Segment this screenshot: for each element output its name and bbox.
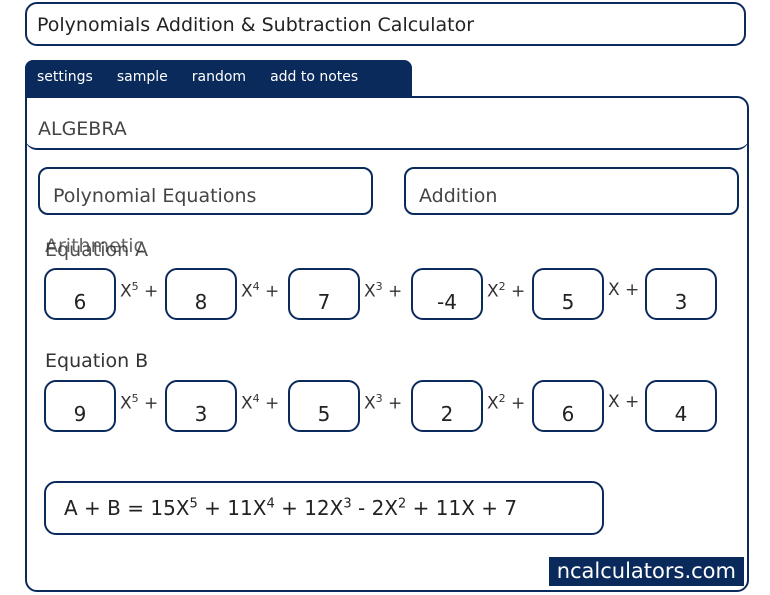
- result-text: A + B = 15X5 + 11X4 + 12X3 - 2X2 + 11X +…: [64, 496, 518, 520]
- toolbar-tabs: settings sample random add to notes: [25, 60, 412, 96]
- equation-a-term-label: X2 +: [487, 280, 526, 302]
- topic-select[interactable]: Polynomial Equations: [38, 167, 373, 215]
- calculator-title-box: Polynomials Addition & Subtraction Calcu…: [25, 2, 746, 46]
- category-label: ALGEBRA: [38, 118, 127, 140]
- equation-b-term-label: X2 +: [487, 392, 526, 414]
- equation-b-term-label: X4 +: [241, 392, 280, 414]
- equation-a-coefficient-input[interactable]: -4: [411, 268, 483, 320]
- equation-a-coefficient-input[interactable]: 7: [288, 268, 360, 320]
- equation-a-term-label: X5 +: [120, 280, 159, 302]
- tab-sample[interactable]: sample: [105, 60, 180, 96]
- equation-a-term-label: X +: [608, 280, 640, 300]
- equation-b-coefficient-input[interactable]: 4: [645, 380, 717, 432]
- equation-a-row: 6 8 7 -4 5 3 X5 + X4 + X3 + X2 + X +: [44, 268, 724, 320]
- equation-b-term-label: X3 +: [364, 392, 403, 414]
- equation-b-term-label: X +: [608, 392, 640, 412]
- operation-select-value: Addition: [419, 185, 498, 207]
- brand-logo[interactable]: ncalculators.com: [548, 557, 744, 586]
- result-box: A + B = 15X5 + 11X4 + 12X3 - 2X2 + 11X +…: [44, 481, 604, 535]
- equation-b-row: 9 3 5 2 6 4 X5 + X4 + X3 + X2 + X +: [44, 380, 724, 432]
- equation-a-term-label: X4 +: [241, 280, 280, 302]
- equation-b-coefficient-input[interactable]: 5: [288, 380, 360, 432]
- equation-a-coefficient-input[interactable]: 6: [44, 268, 116, 320]
- tab-add-to-notes[interactable]: add to notes: [258, 60, 370, 96]
- equation-b-label: Equation B: [45, 350, 149, 372]
- equation-b-coefficient-input[interactable]: 6: [532, 380, 604, 432]
- equation-b-coefficient-input[interactable]: 2: [411, 380, 483, 432]
- calculator-panel: ALGEBRA Polynomial Equations Addition Ar…: [25, 96, 749, 592]
- equation-b-coefficient-input[interactable]: 3: [165, 380, 237, 432]
- topic-select-value: Polynomial Equations: [53, 185, 257, 207]
- equation-a-term-label: X3 +: [364, 280, 403, 302]
- equation-a-label: Equation A: [45, 239, 149, 261]
- equation-a-coefficient-input[interactable]: 3: [645, 268, 717, 320]
- equation-a-coefficient-input[interactable]: 8: [165, 268, 237, 320]
- tab-random[interactable]: random: [180, 60, 258, 96]
- page-title: Polynomials Addition & Subtraction Calcu…: [37, 14, 475, 36]
- equation-b-coefficient-input[interactable]: 9: [44, 380, 116, 432]
- operation-select[interactable]: Addition: [404, 167, 739, 215]
- category-header: ALGEBRA: [25, 98, 749, 150]
- tab-settings[interactable]: settings: [25, 60, 105, 96]
- equation-b-term-label: X5 +: [120, 392, 159, 414]
- equation-a-coefficient-input[interactable]: 5: [532, 268, 604, 320]
